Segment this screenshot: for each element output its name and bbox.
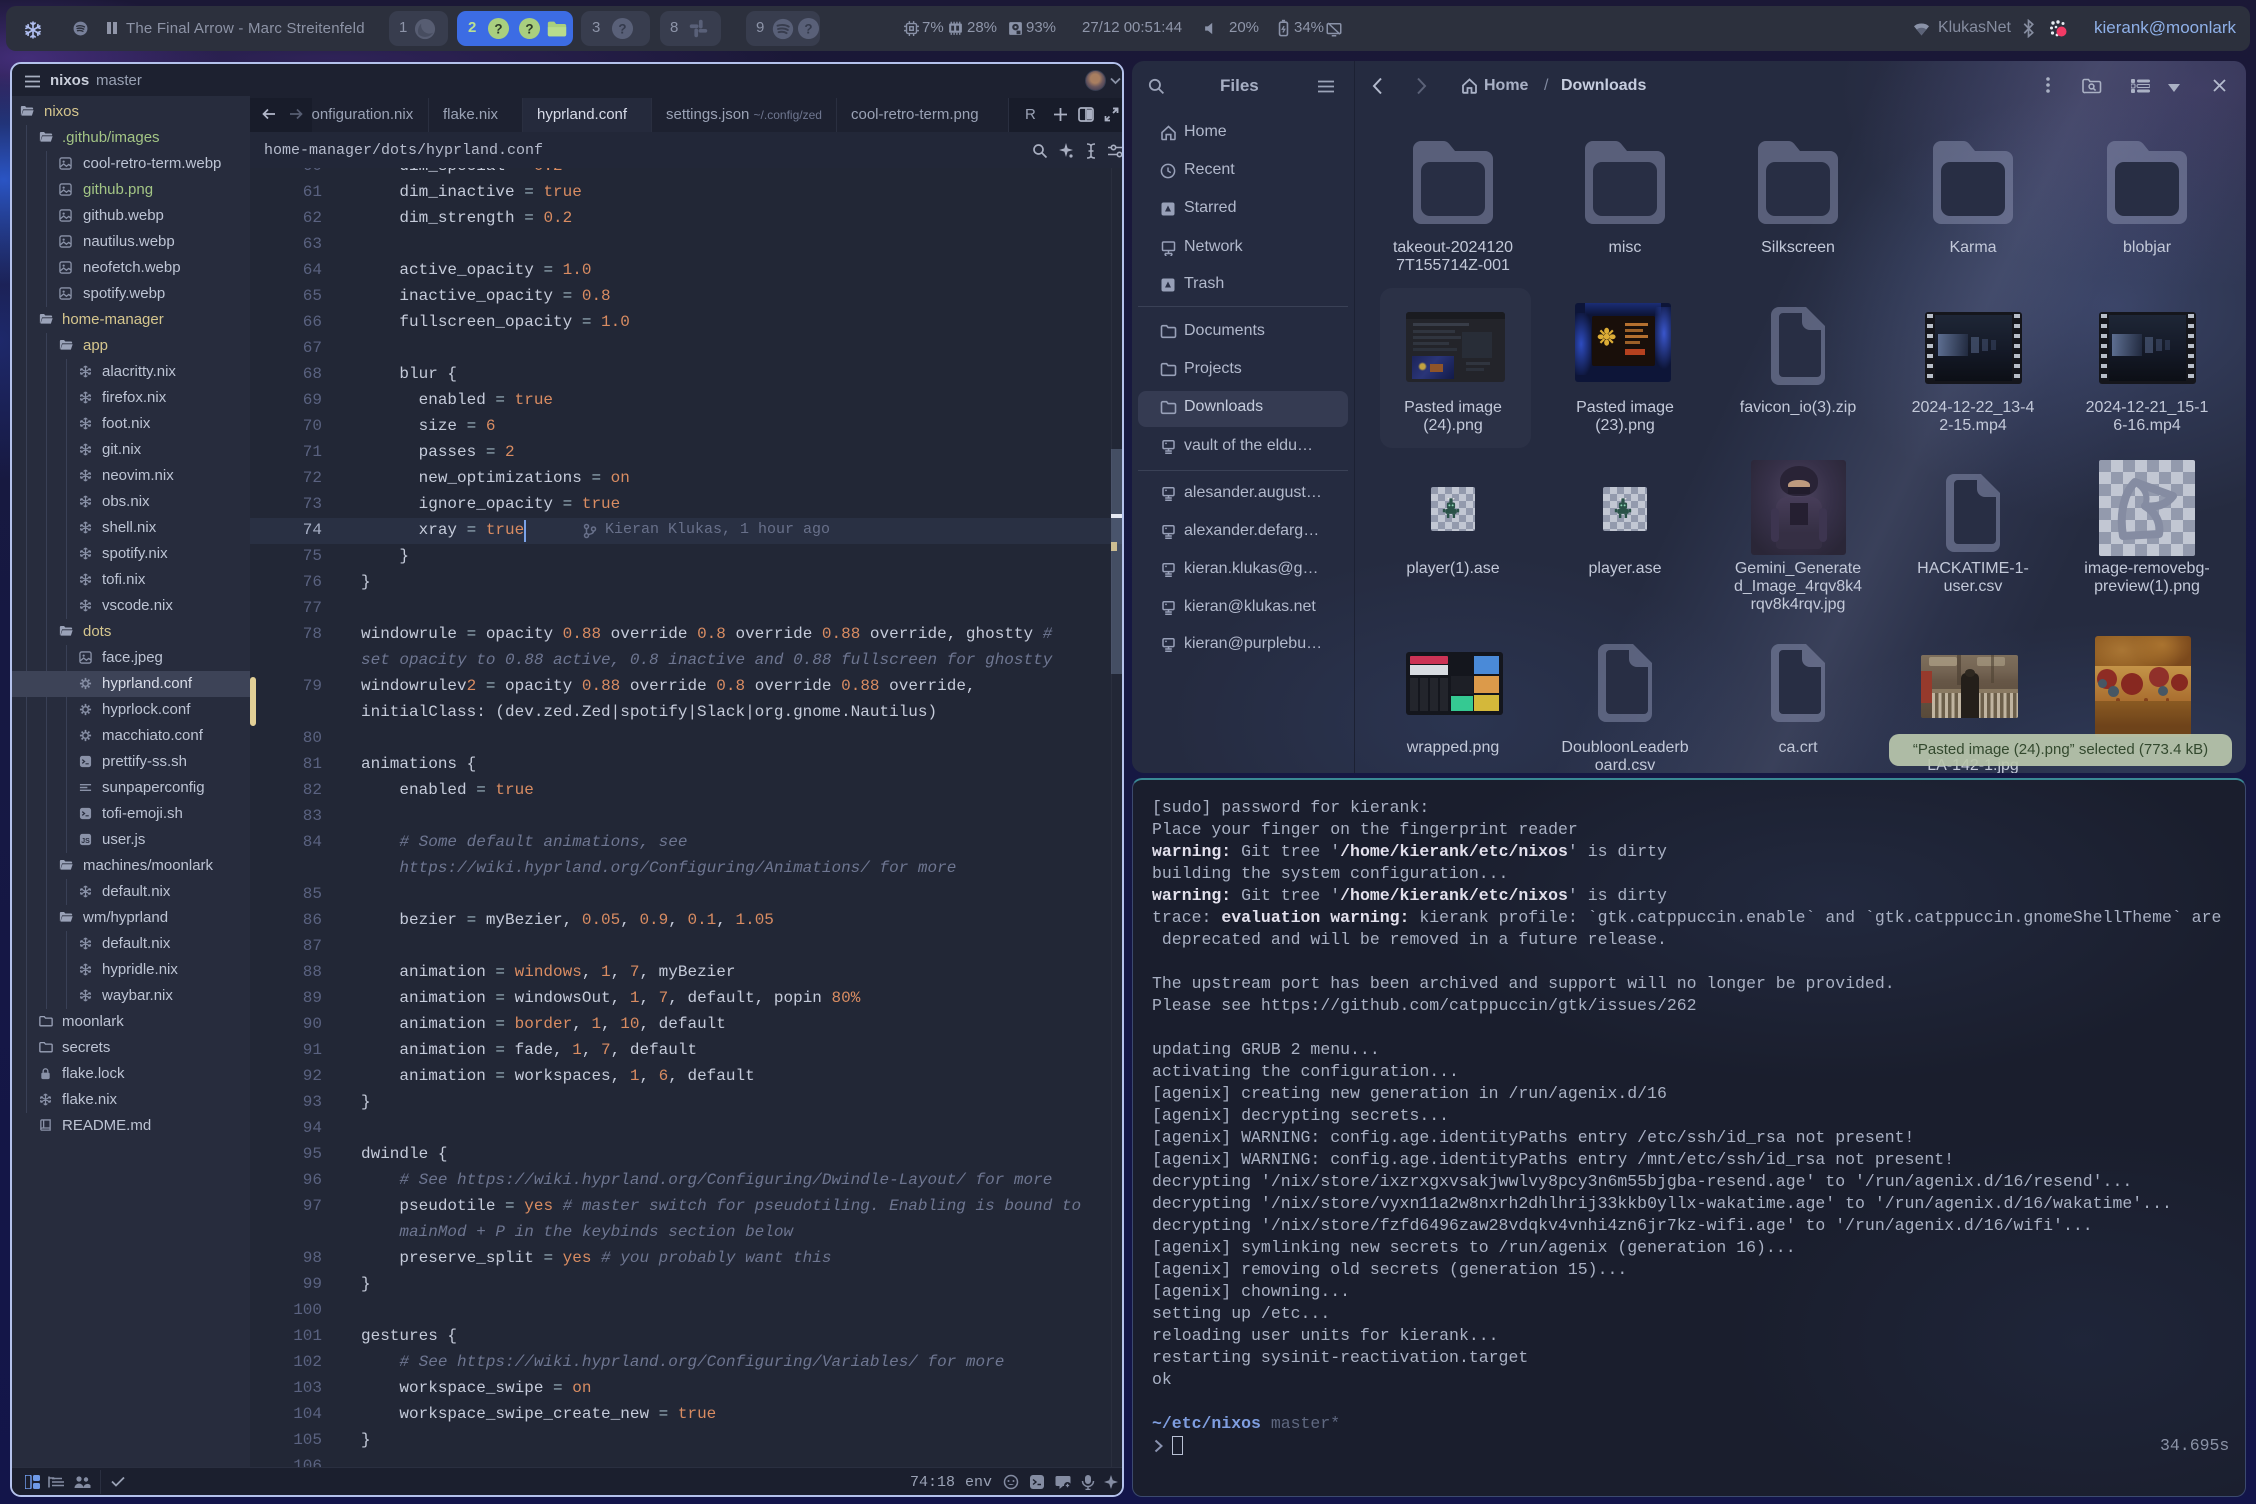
svg-text:?: ?	[494, 21, 502, 36]
svg-text:JS: JS	[81, 838, 90, 845]
svg-text:?: ?	[525, 21, 533, 36]
svg-text:?: ?	[804, 21, 812, 36]
svg-text:?: ?	[618, 21, 626, 36]
